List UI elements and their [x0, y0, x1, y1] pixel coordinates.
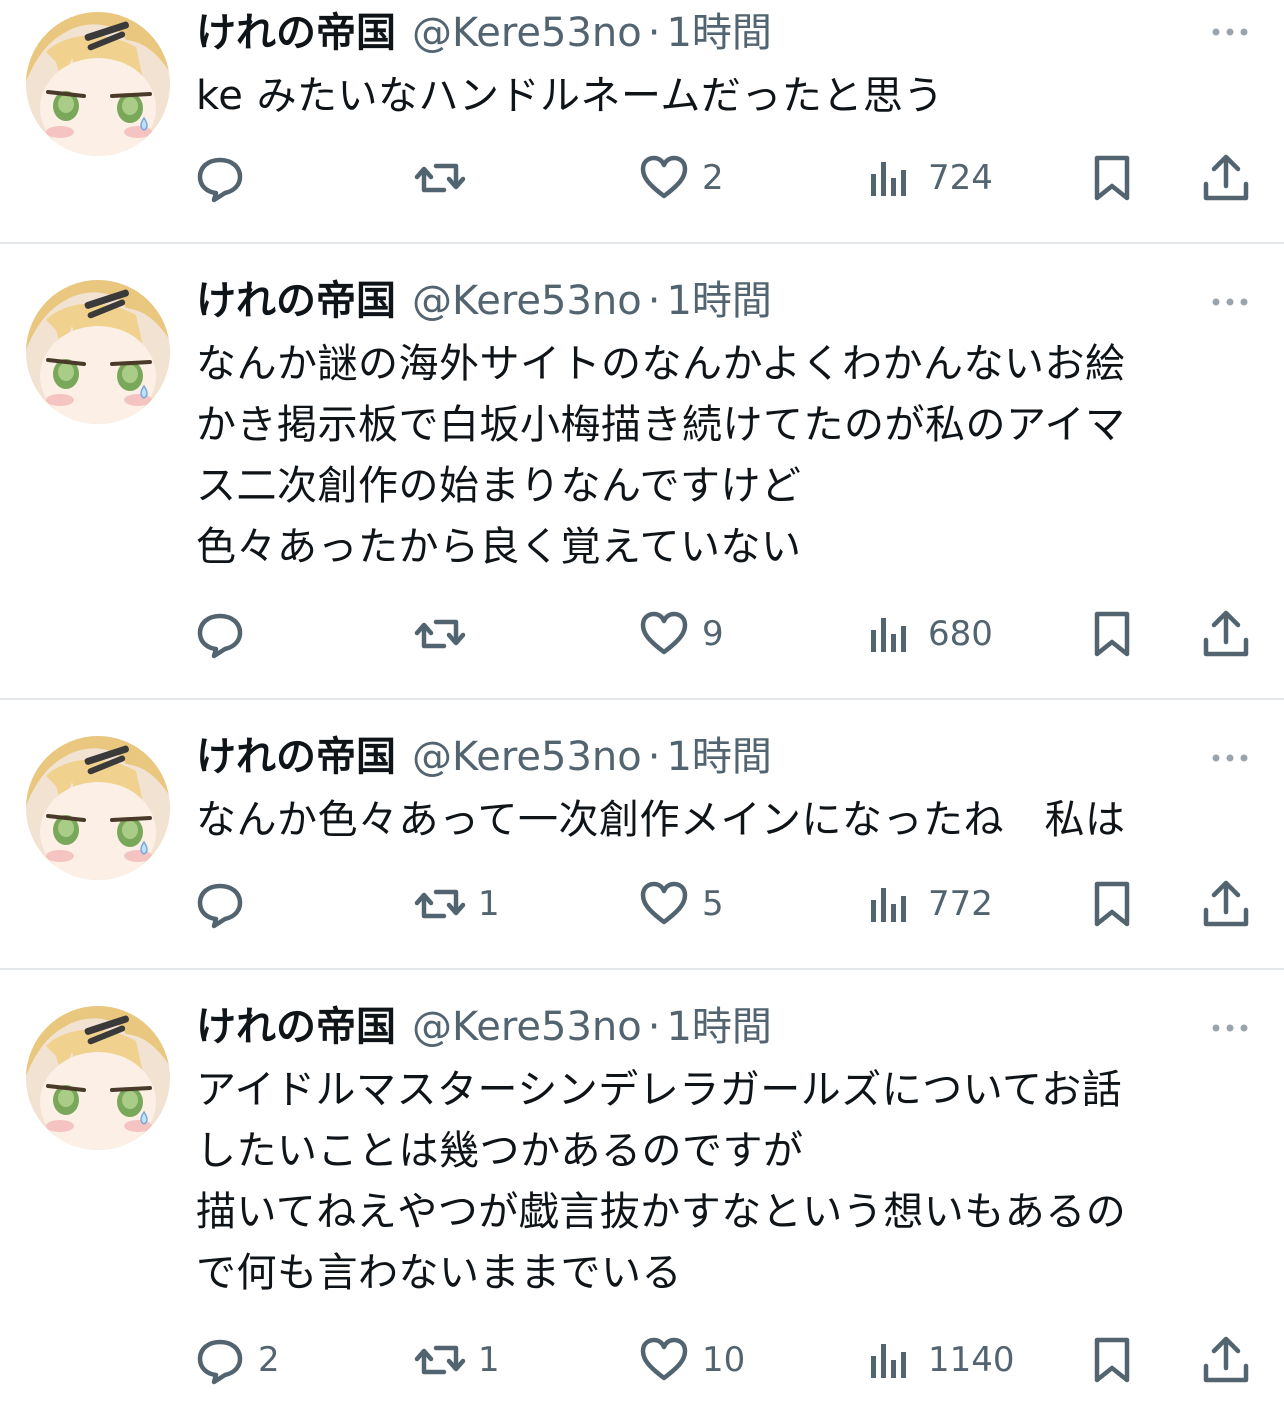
reply-icon: [197, 883, 243, 929]
view-count: 772: [928, 884, 993, 924]
reply-icon: [197, 157, 243, 203]
tweet[interactable]: けれの帝国 @Kere53no · 1時間 アイドルマスターシンデレラガールズについて…: [0, 970, 1284, 1424]
tweet[interactable]: けれの帝国 @Kere53no · 1時間 ke みたいなハンドルネームだったと思う …: [0, 0, 1284, 244]
avatar[interactable]: [26, 12, 170, 156]
separator: ·: [647, 734, 661, 780]
like-count: 5: [702, 884, 724, 924]
share-icon: [1203, 610, 1249, 657]
more-options-icon[interactable]: [1210, 22, 1250, 42]
author-handle[interactable]: @Kere53no: [412, 1004, 642, 1050]
reply-button[interactable]: 2: [194, 1330, 280, 1390]
like-button[interactable]: 9: [638, 604, 724, 664]
retweet-button[interactable]: [414, 148, 478, 208]
author-handle[interactable]: @Kere53no: [412, 10, 642, 56]
share-button[interactable]: [1200, 604, 1252, 664]
like-button[interactable]: 5: [638, 874, 724, 934]
more-options-icon[interactable]: [1210, 748, 1250, 768]
tweet-text: なんか謎の海外サイトのなんかよくわかんないお絵 かき掲示板で白坂小梅描き続けてた…: [196, 341, 1126, 570]
avatar[interactable]: [26, 1006, 170, 1150]
avatar[interactable]: [26, 736, 170, 880]
view-count: 1140: [928, 1340, 1015, 1380]
tweet-header: けれの帝国 @Kere53no · 1時間: [196, 8, 772, 58]
heart-icon: [640, 881, 688, 925]
views-button[interactable]: 724: [864, 148, 993, 208]
separator: ·: [647, 278, 661, 324]
share-icon: [1203, 880, 1249, 927]
retweet-icon: [414, 889, 466, 919]
tweet-text: なんか色々あって一次創作メインになったね 私は: [196, 797, 1126, 843]
timestamp[interactable]: 1時間: [666, 734, 771, 780]
tweet-header: けれの帝国 @Kere53no · 1時間: [196, 276, 772, 326]
views-icon: [871, 618, 906, 652]
share-button[interactable]: [1200, 148, 1252, 208]
like-button[interactable]: 10: [638, 1330, 745, 1390]
retweet-icon: [414, 163, 466, 193]
more-options-icon[interactable]: [1210, 292, 1250, 312]
like-count: 2: [702, 158, 724, 198]
reply-button[interactable]: [194, 874, 258, 934]
tweet-header: けれの帝国 @Kere53no · 1時間: [196, 1002, 772, 1052]
bookmark-button[interactable]: [1086, 874, 1138, 934]
reply-icon: [197, 613, 243, 659]
retweet-button[interactable]: 1: [414, 1330, 500, 1390]
separator: ·: [647, 1004, 661, 1050]
action-bar: 1 5 772: [0, 874, 1284, 934]
author-handle[interactable]: @Kere53no: [412, 734, 642, 780]
reply-button[interactable]: [194, 604, 258, 664]
share-icon: [1203, 154, 1249, 201]
bookmark-button[interactable]: [1086, 148, 1138, 208]
retweet-count: 1: [478, 1340, 500, 1380]
like-button[interactable]: 2: [638, 148, 724, 208]
views-button[interactable]: 1140: [864, 1330, 1015, 1390]
views-button[interactable]: 680: [864, 604, 993, 664]
separator: ·: [647, 10, 661, 56]
timestamp[interactable]: 1時間: [666, 1004, 771, 1050]
timestamp[interactable]: 1時間: [666, 10, 771, 56]
more-options-icon[interactable]: [1210, 1018, 1250, 1038]
reply-icon: [197, 1339, 243, 1385]
share-button[interactable]: [1200, 1330, 1252, 1390]
tweet[interactable]: けれの帝国 @Kere53no · 1時間 なんか色々あって一次創作メインになったね …: [0, 700, 1284, 970]
heart-icon: [640, 611, 688, 655]
timestamp[interactable]: 1時間: [666, 278, 771, 324]
author-handle[interactable]: @Kere53no: [412, 278, 642, 324]
views-icon: [871, 1344, 906, 1378]
view-count: 680: [928, 614, 993, 654]
bookmark-button[interactable]: [1086, 604, 1138, 664]
avatar[interactable]: [26, 280, 170, 424]
like-count: 9: [702, 614, 724, 654]
retweet-count: 1: [478, 884, 500, 924]
heart-icon: [640, 155, 688, 199]
author-name[interactable]: けれの帝国: [196, 10, 396, 56]
bookmark-button[interactable]: [1086, 1330, 1138, 1390]
tweet-text: ke みたいなハンドルネームだったと思う: [196, 73, 944, 119]
retweet-icon: [414, 619, 466, 649]
share-button[interactable]: [1200, 874, 1252, 934]
tweet[interactable]: けれの帝国 @Kere53no · 1時間 なんか謎の海外サイトのなんかよくわかんない…: [0, 244, 1284, 700]
view-count: 724: [928, 158, 993, 198]
reply-button[interactable]: [194, 148, 258, 208]
share-icon: [1203, 1336, 1249, 1383]
tweet-header: けれの帝国 @Kere53no · 1時間: [196, 732, 772, 782]
action-bar: 2 724: [0, 148, 1284, 208]
retweet-button[interactable]: 1: [414, 874, 500, 934]
heart-icon: [640, 1337, 688, 1381]
action-bar: 9 680: [0, 604, 1284, 664]
bookmark-icon: [1094, 611, 1130, 657]
bookmark-icon: [1094, 881, 1130, 927]
tweet-text: アイドルマスターシンデレラガールズについてお話 したいことは幾つかあるのですが …: [196, 1067, 1127, 1296]
bookmark-icon: [1094, 155, 1130, 201]
views-button[interactable]: 772: [864, 874, 993, 934]
retweet-button[interactable]: [414, 604, 478, 664]
views-icon: [871, 888, 906, 922]
bookmark-icon: [1094, 1337, 1130, 1383]
reply-count: 2: [258, 1340, 280, 1380]
action-bar: 2 1 10 1140: [0, 1330, 1284, 1390]
author-name[interactable]: けれの帝国: [196, 1004, 396, 1050]
views-icon: [871, 162, 906, 196]
author-name[interactable]: けれの帝国: [196, 278, 396, 324]
author-name[interactable]: けれの帝国: [196, 734, 396, 780]
like-count: 10: [702, 1340, 746, 1380]
retweet-icon: [414, 1345, 466, 1375]
